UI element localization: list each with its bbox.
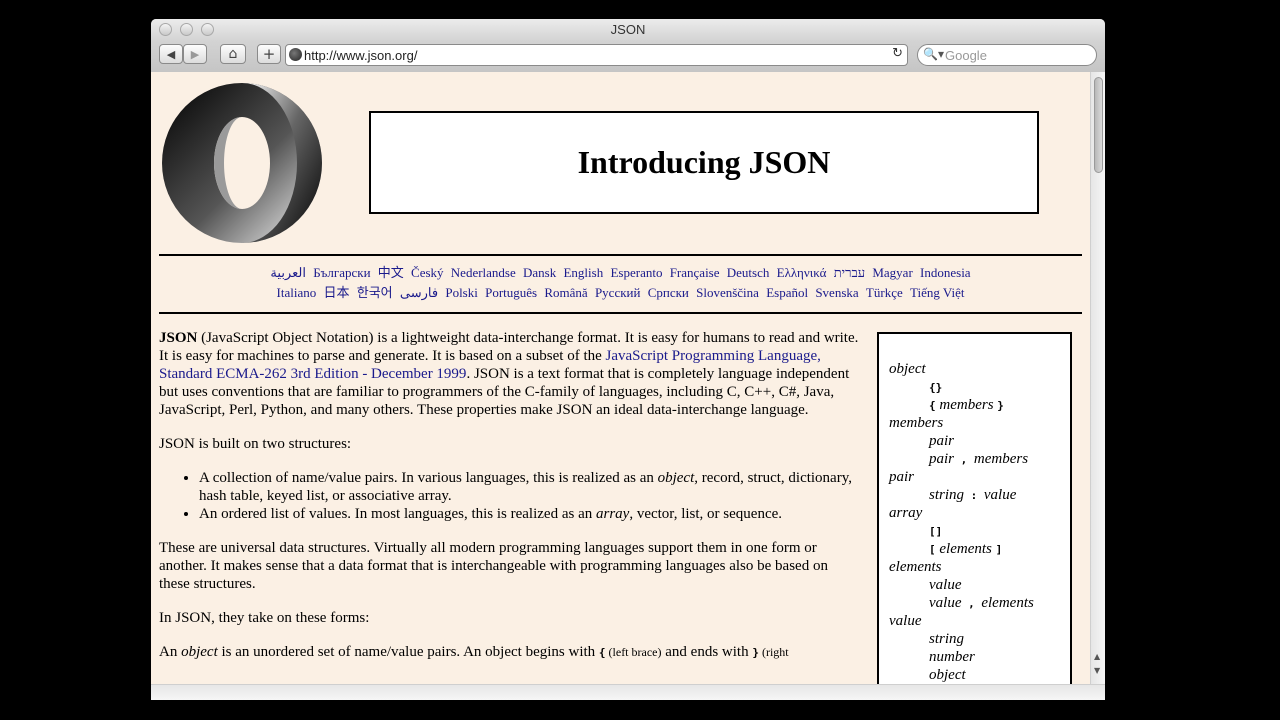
- language-link[interactable]: فارسی: [400, 285, 438, 300]
- json-term: JSON: [159, 330, 198, 346]
- language-links-row-2: Italiano 日本 한국어 فارسی Polski Português R…: [159, 283, 1082, 303]
- title-bar: JSON: [151, 19, 1105, 41]
- grammar-rule: [ elements ]: [929, 541, 1003, 557]
- grammar-nonterminal: array: [889, 505, 923, 521]
- page-title: Introducing JSON: [577, 144, 831, 180]
- grammar-rule: value: [929, 577, 962, 593]
- intro-paragraph: JSON (JavaScript Object Notation) is a l…: [159, 330, 859, 418]
- back-button[interactable]: ◀: [159, 44, 183, 64]
- horizontal-scrollbar[interactable]: [151, 684, 1105, 700]
- language-link[interactable]: עברית: [834, 265, 865, 280]
- scroll-down-icon[interactable]: ▼: [1094, 666, 1100, 675]
- language-link[interactable]: 中文: [378, 265, 404, 280]
- site-icon: [289, 48, 302, 61]
- divider: [159, 254, 1082, 256]
- language-link[interactable]: Русский: [595, 285, 641, 300]
- structures-list: A collection of name/value pairs. In var…: [159, 469, 861, 523]
- language-link[interactable]: Türkçe: [866, 285, 903, 300]
- grammar-rule: object: [929, 667, 966, 683]
- language-link[interactable]: Nederlandse: [451, 265, 516, 280]
- search-placeholder: Google: [945, 48, 987, 63]
- divider: [159, 312, 1082, 314]
- object-paragraph: An object is an unordered set of name/va…: [159, 644, 789, 660]
- language-link[interactable]: Svenska: [815, 285, 858, 300]
- universal-paragraph: These are universal data structures. Vir…: [159, 540, 828, 592]
- search-icon[interactable]: 🔍▾: [923, 47, 944, 61]
- language-link[interactable]: Indonesia: [920, 265, 971, 280]
- list-item: An ordered list of values. In most langu…: [199, 505, 861, 523]
- language-link[interactable]: Italiano: [277, 285, 317, 300]
- language-link[interactable]: Română: [544, 285, 587, 300]
- language-link[interactable]: Српски: [648, 285, 689, 300]
- list-item: A collection of name/value pairs. In var…: [199, 469, 861, 505]
- reload-icon[interactable]: ↻: [892, 46, 903, 61]
- title-box: Introducing JSON: [369, 111, 1039, 214]
- scrollbar-thumb[interactable]: [1094, 77, 1103, 173]
- window-title: JSON: [610, 22, 646, 37]
- grammar-nonterminal: pair: [889, 469, 915, 485]
- grammar-rule: number: [929, 649, 975, 665]
- browser-window: JSON ◀ ▶ ⌂ + http://www.json.org/ ↻ 🔍▾ G…: [151, 19, 1105, 700]
- vertical-scrollbar[interactable]: ▲ ▼: [1090, 72, 1105, 684]
- main-content: JSON (JavaScript Object Notation) is a l…: [159, 329, 861, 678]
- language-link[interactable]: العربية: [270, 265, 306, 280]
- language-link[interactable]: 한국어: [357, 285, 393, 300]
- back-arrow-icon: ◀: [166, 47, 176, 61]
- language-link[interactable]: Polski: [445, 285, 478, 300]
- grammar-nonterminal: value: [889, 613, 922, 629]
- plus-icon: +: [262, 45, 276, 63]
- language-links-row-1: العربية Български 中文 Český Nederlandse D…: [159, 263, 1082, 283]
- language-link[interactable]: English: [563, 265, 603, 280]
- grammar-rule: { members }: [929, 397, 1004, 413]
- language-link[interactable]: Magyar: [872, 265, 912, 280]
- forward-arrow-icon: ▶: [190, 47, 200, 61]
- language-link[interactable]: Български: [313, 265, 370, 280]
- grammar-rule: {}: [929, 381, 943, 394]
- forms-paragraph: In JSON, they take on these forms:: [159, 610, 370, 626]
- language-link[interactable]: Español: [766, 285, 808, 300]
- language-link[interactable]: Ελληνικά: [777, 265, 827, 280]
- language-link[interactable]: Française: [670, 265, 720, 280]
- language-link[interactable]: Český: [411, 265, 444, 280]
- language-link[interactable]: 日本: [324, 285, 350, 300]
- scroll-up-icon[interactable]: ▲: [1094, 652, 1100, 661]
- language-link[interactable]: Tiếng Việt: [910, 285, 964, 300]
- forward-button[interactable]: ▶: [183, 44, 207, 64]
- grammar-rule: []: [929, 525, 943, 538]
- language-link[interactable]: Slovenščina: [696, 285, 759, 300]
- home-button[interactable]: ⌂: [220, 44, 246, 64]
- grammar-nonterminal: members: [889, 415, 944, 431]
- json-grammar-box: object {} { members } members pair pair …: [877, 332, 1072, 684]
- grammar-nonterminal: object: [889, 361, 926, 377]
- built-on-paragraph: JSON is built on two structures:: [159, 436, 352, 452]
- grammar-rule: string: [929, 631, 965, 647]
- grammar-rule: pair , members: [929, 451, 1029, 467]
- language-link[interactable]: Dansk: [523, 265, 556, 280]
- grammar-nonterminal: elements: [889, 559, 942, 575]
- add-bookmark-button[interactable]: +: [257, 44, 281, 64]
- language-link[interactable]: Esperanto: [610, 265, 662, 280]
- page-viewport: Introducing JSON العربية Български 中文 Če…: [151, 72, 1090, 684]
- address-bar[interactable]: http://www.json.org/ ↻: [285, 44, 908, 66]
- json-logo: [162, 83, 322, 243]
- grammar-rule: pair: [929, 433, 955, 449]
- language-link[interactable]: Português: [485, 285, 537, 300]
- home-icon: ⌂: [228, 46, 238, 62]
- grammar-rule: string : value: [929, 487, 1017, 503]
- language-link[interactable]: Deutsch: [727, 265, 770, 280]
- grammar-rule: value , elements: [929, 595, 1034, 611]
- search-field[interactable]: 🔍▾ Google: [917, 44, 1097, 66]
- url-field[interactable]: http://www.json.org/: [304, 48, 417, 63]
